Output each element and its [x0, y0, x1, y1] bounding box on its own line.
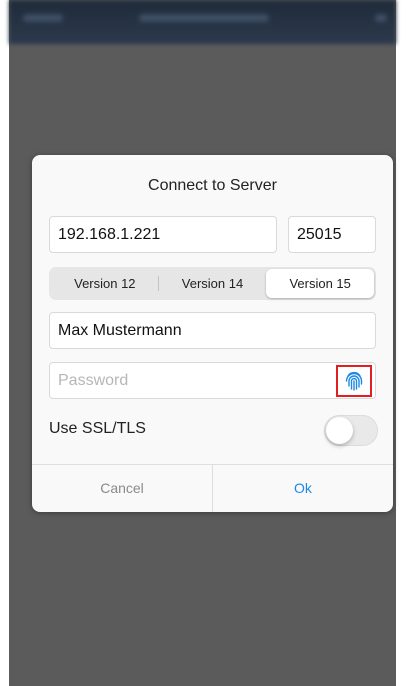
fingerprint-icon — [345, 371, 363, 391]
username-field[interactable]: Max Mustermann — [49, 312, 376, 349]
cancel-button[interactable]: Cancel — [32, 464, 212, 512]
navigation-bar — [9, 0, 396, 44]
ssl-label: Use SSL/TLS — [49, 420, 146, 437]
version-12-segment[interactable]: Version 12 — [51, 269, 159, 298]
ssl-toggle[interactable] — [324, 415, 378, 446]
toggle-knob — [326, 417, 353, 444]
version-15-segment[interactable]: Version 15 — [266, 269, 375, 298]
nav-title-placeholder — [139, 14, 269, 22]
password-field[interactable]: Password — [49, 362, 376, 399]
nav-back-placeholder — [23, 14, 63, 22]
nav-action-placeholder — [375, 14, 387, 22]
port-field[interactable]: 25015 — [288, 216, 376, 253]
connect-dialog: Connect to Server 192.168.1.221 25015 Ve… — [32, 155, 393, 512]
ok-button[interactable]: Ok — [213, 464, 393, 512]
host-field[interactable]: 192.168.1.221 — [49, 216, 277, 253]
fingerprint-button[interactable] — [336, 365, 372, 397]
version-segmented-control: Version 12 Version 14 Version 15 — [49, 267, 376, 300]
version-14-segment[interactable]: Version 14 — [159, 269, 267, 298]
dialog-title: Connect to Server — [148, 177, 277, 194]
